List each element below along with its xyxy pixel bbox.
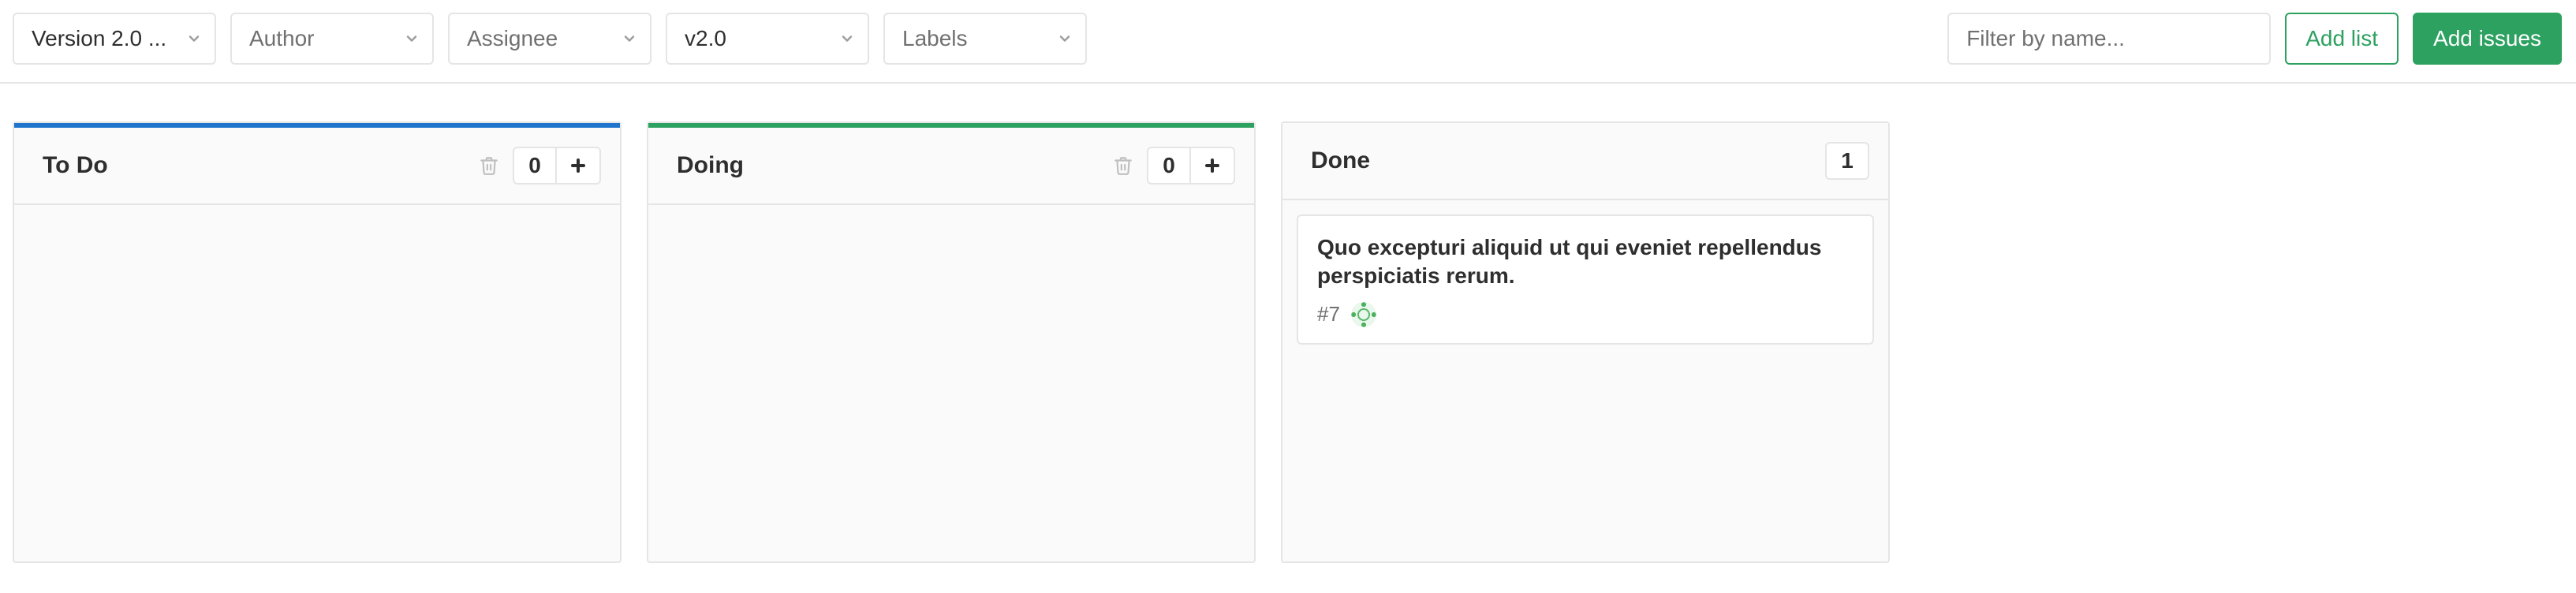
list-body[interactable]: Quo excepturi aliquid ut qui eveniet rep… bbox=[1282, 200, 1888, 561]
list-doing: Doing 0 bbox=[647, 121, 1256, 563]
chevron-down-icon bbox=[839, 31, 855, 47]
filters-left: Version 2.0 ... Author Assignee v2.0 Lab bbox=[13, 13, 1087, 65]
chevron-down-icon bbox=[404, 31, 420, 47]
list-todo: To Do 0 bbox=[13, 121, 622, 563]
issue-card-meta: #7 bbox=[1317, 302, 1854, 327]
plus-icon bbox=[569, 156, 588, 175]
trash-icon bbox=[1113, 154, 1133, 177]
list-count: 0 bbox=[1147, 147, 1191, 185]
add-card-button[interactable] bbox=[1191, 147, 1235, 185]
issue-card-title: Quo excepturi aliquid ut qui eveniet rep… bbox=[1317, 233, 1854, 291]
filter-by-name-input[interactable] bbox=[1947, 13, 2271, 65]
list-count: 0 bbox=[513, 147, 557, 185]
delete-list-button[interactable] bbox=[473, 147, 505, 185]
list-title: Doing bbox=[677, 152, 744, 179]
filters-right: Add list Add issues bbox=[1947, 13, 2562, 65]
trash-icon bbox=[479, 154, 499, 177]
list-header: To Do 0 bbox=[14, 128, 620, 205]
issue-card-id: #7 bbox=[1317, 302, 1340, 326]
assignee-avatar[interactable] bbox=[1351, 302, 1376, 327]
list-header: Doing 0 bbox=[648, 128, 1254, 205]
author-dropdown[interactable]: Author bbox=[230, 13, 434, 65]
add-issues-button[interactable]: Add issues bbox=[2413, 13, 2562, 65]
version-dropdown-label: Version 2.0 ... bbox=[32, 26, 166, 51]
issue-card[interactable]: Quo excepturi aliquid ut qui eveniet rep… bbox=[1297, 214, 1874, 345]
assignee-dropdown-label: Assignee bbox=[467, 26, 558, 51]
filter-bar: Version 2.0 ... Author Assignee v2.0 Lab bbox=[0, 0, 2576, 84]
add-list-button[interactable]: Add list bbox=[2285, 13, 2399, 65]
author-dropdown-label: Author bbox=[249, 26, 315, 51]
chevron-down-icon bbox=[622, 31, 637, 47]
labels-dropdown[interactable]: Labels bbox=[883, 13, 1087, 65]
list-done: Done 1 Quo excepturi aliquid ut qui even… bbox=[1281, 121, 1890, 563]
delete-list-button[interactable] bbox=[1107, 147, 1139, 185]
list-count: 1 bbox=[1825, 142, 1869, 180]
board: To Do 0 Doing bbox=[0, 84, 2576, 563]
milestone-dropdown-label: v2.0 bbox=[685, 26, 726, 51]
list-header: Done 1 bbox=[1282, 123, 1888, 200]
list-title: To Do bbox=[43, 152, 108, 179]
chevron-down-icon bbox=[186, 31, 202, 47]
assignee-dropdown[interactable]: Assignee bbox=[448, 13, 651, 65]
list-body[interactable] bbox=[648, 205, 1254, 561]
list-body[interactable] bbox=[14, 205, 620, 561]
chevron-down-icon bbox=[1057, 31, 1073, 47]
plus-icon bbox=[1203, 156, 1222, 175]
list-title: Done bbox=[1311, 147, 1370, 174]
add-card-button[interactable] bbox=[557, 147, 601, 185]
milestone-dropdown[interactable]: v2.0 bbox=[666, 13, 869, 65]
labels-dropdown-label: Labels bbox=[902, 26, 968, 51]
version-dropdown[interactable]: Version 2.0 ... bbox=[13, 13, 216, 65]
